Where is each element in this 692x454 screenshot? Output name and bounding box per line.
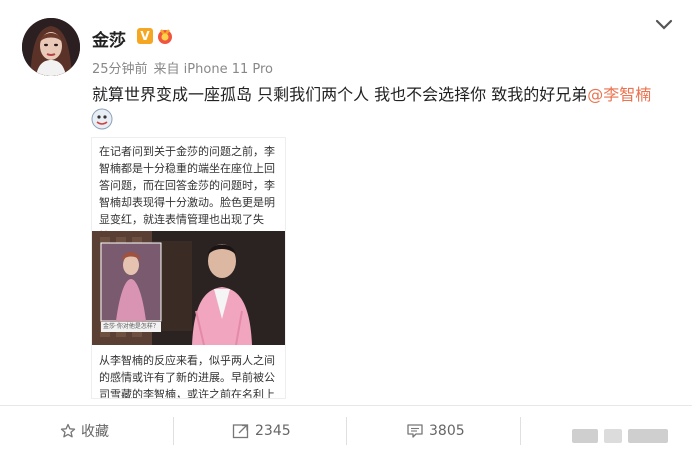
medal-icon bbox=[158, 29, 172, 44]
username[interactable]: 金莎 bbox=[92, 26, 126, 51]
action-separator bbox=[520, 417, 521, 445]
card-photo[interactable]: 金莎·你对他是怎样？ bbox=[92, 231, 285, 345]
vip-badge: V bbox=[137, 28, 153, 44]
comment-button[interactable]: 3805 bbox=[406, 419, 465, 443]
post-source: 来自 iPhone 11 Pro bbox=[153, 62, 273, 77]
blurred-area bbox=[604, 429, 622, 443]
post-meta: 25分钟前 来自 iPhone 11 Pro bbox=[92, 58, 279, 77]
repost-icon bbox=[232, 424, 249, 439]
chevron-down-icon[interactable] bbox=[654, 18, 674, 32]
emoji-icon bbox=[91, 108, 113, 130]
favorite-button[interactable]: 收藏 bbox=[60, 419, 109, 443]
star-icon bbox=[60, 423, 76, 438]
article-card[interactable]: 在记者问到关于金莎的问题之前，李智楠都是十分稳重的端坐在座位上回答问题，而在回答… bbox=[91, 137, 286, 399]
repost-count: 2345 bbox=[255, 423, 291, 439]
action-separator bbox=[346, 417, 347, 445]
comment-icon bbox=[407, 424, 423, 438]
post-text: 就算世界变成一座孤岛 只剩我们两个人 我也不会选择你 致我的好兄弟@李智楠 bbox=[92, 81, 651, 105]
repost-button[interactable]: 2345 bbox=[232, 419, 291, 443]
comment-count: 3805 bbox=[429, 423, 465, 439]
blurred-area bbox=[628, 429, 668, 443]
inset-caption: 金莎·你对他是怎样？ bbox=[101, 322, 161, 332]
action-separator bbox=[173, 417, 174, 445]
card-paragraph-1: 在记者问到关于金莎的问题之前，李智楠都是十分稳重的端坐在座位上回答问题，而在回答… bbox=[99, 145, 275, 243]
card-paragraph-2: 从李智楠的反应来看，似乎两人之间的感情或许有了新的进展。早前被公司雪藏的李智楠，… bbox=[99, 354, 275, 399]
mention-link[interactable]: @李智楠 bbox=[587, 85, 651, 104]
post-time[interactable]: 25分钟前 bbox=[92, 62, 148, 77]
post-body: 就算世界变成一座孤岛 只剩我们两个人 我也不会选择你 致我的好兄弟 bbox=[92, 85, 588, 104]
divider bbox=[0, 405, 692, 406]
favorite-label: 收藏 bbox=[81, 424, 109, 440]
avatar[interactable] bbox=[22, 18, 80, 76]
blurred-area bbox=[572, 429, 598, 443]
